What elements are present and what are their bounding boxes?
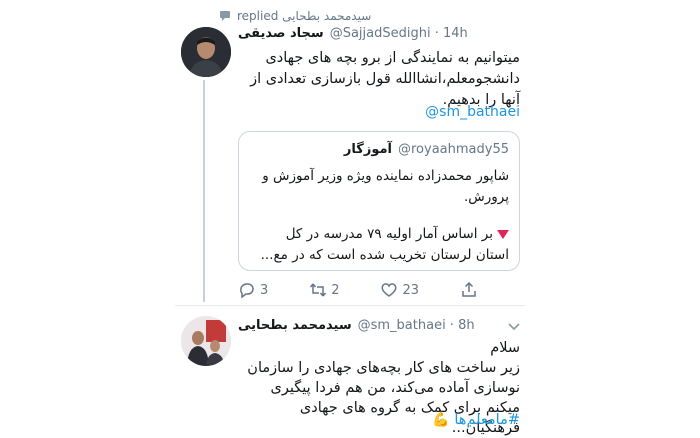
replied-indicator: سیدمحمد بطحایی replied bbox=[219, 9, 429, 23]
thread-connector bbox=[203, 80, 205, 302]
heart-icon bbox=[381, 283, 397, 297]
red-triangle-icon bbox=[497, 229, 509, 239]
share-icon bbox=[462, 281, 476, 297]
retweet-count: 2 bbox=[331, 282, 340, 298]
display-name[interactable]: سجاد صدیقی bbox=[238, 26, 324, 41]
tweet-divider bbox=[175, 305, 525, 306]
quoted-text-2-content: بر اساس آمار اولیه ۷۹ مدرسه در کل استان … bbox=[260, 226, 509, 263]
flexed-biceps-icon: 💪 bbox=[432, 412, 450, 428]
like-count: 23 bbox=[402, 282, 420, 298]
quoted-text-2: بر اساس آمار اولیه ۷۹ مدرسه در کل استان … bbox=[249, 224, 509, 266]
like-button[interactable]: 23 bbox=[380, 281, 419, 299]
tweet-header: سیدمحمد بطحایی @sm_bathaei · 8h bbox=[238, 318, 475, 333]
quoted-text-1: شاپور محمدزاده نماینده ویژه وزیر آموزش و… bbox=[262, 168, 509, 205]
quoted-handle: @royaahmady55 bbox=[398, 142, 509, 157]
avatar[interactable] bbox=[181, 27, 231, 77]
retweet-button[interactable]: 2 bbox=[309, 281, 340, 299]
quoted-display-name: آموزگار bbox=[343, 142, 392, 157]
chevron-down-icon[interactable] bbox=[507, 322, 521, 332]
hashtag-link[interactable]: #مامعلم‌ها bbox=[454, 412, 520, 428]
share-button[interactable] bbox=[460, 281, 478, 299]
user-handle[interactable]: @sm_bathaei · 8h bbox=[358, 318, 475, 333]
display-name[interactable]: سیدمحمد بطحایی bbox=[238, 318, 352, 333]
reply-button[interactable]: 3 bbox=[238, 281, 268, 299]
reply-icon bbox=[240, 283, 254, 299]
reply-count: 3 bbox=[260, 282, 269, 298]
replied-text: سیدمحمد بطحایی replied bbox=[237, 9, 372, 23]
tweet-header: سجاد صدیقی @SajjadSedighi · 14h bbox=[238, 26, 468, 41]
retweet-icon bbox=[310, 283, 327, 297]
quoted-header: آموزگار @royaahmady55 bbox=[344, 142, 509, 157]
hashtag-line: #مامعلم‌ها 💪 bbox=[238, 412, 520, 428]
user-handle[interactable]: @SajjadSedighi · 14h bbox=[330, 26, 468, 41]
mention-link[interactable]: @sm_bathaei bbox=[418, 104, 520, 120]
tweet-actions: 3 2 23 bbox=[238, 280, 478, 300]
avatar[interactable] bbox=[181, 316, 231, 366]
tweet-body: میتوانیم به نمایندگی از برو بچه های جهاد… bbox=[250, 50, 520, 108]
speech-bubble-icon bbox=[220, 11, 230, 21]
quoted-tweet[interactable]: آموزگار @royaahmady55 شاپور محمدزاده نما… bbox=[238, 131, 520, 271]
